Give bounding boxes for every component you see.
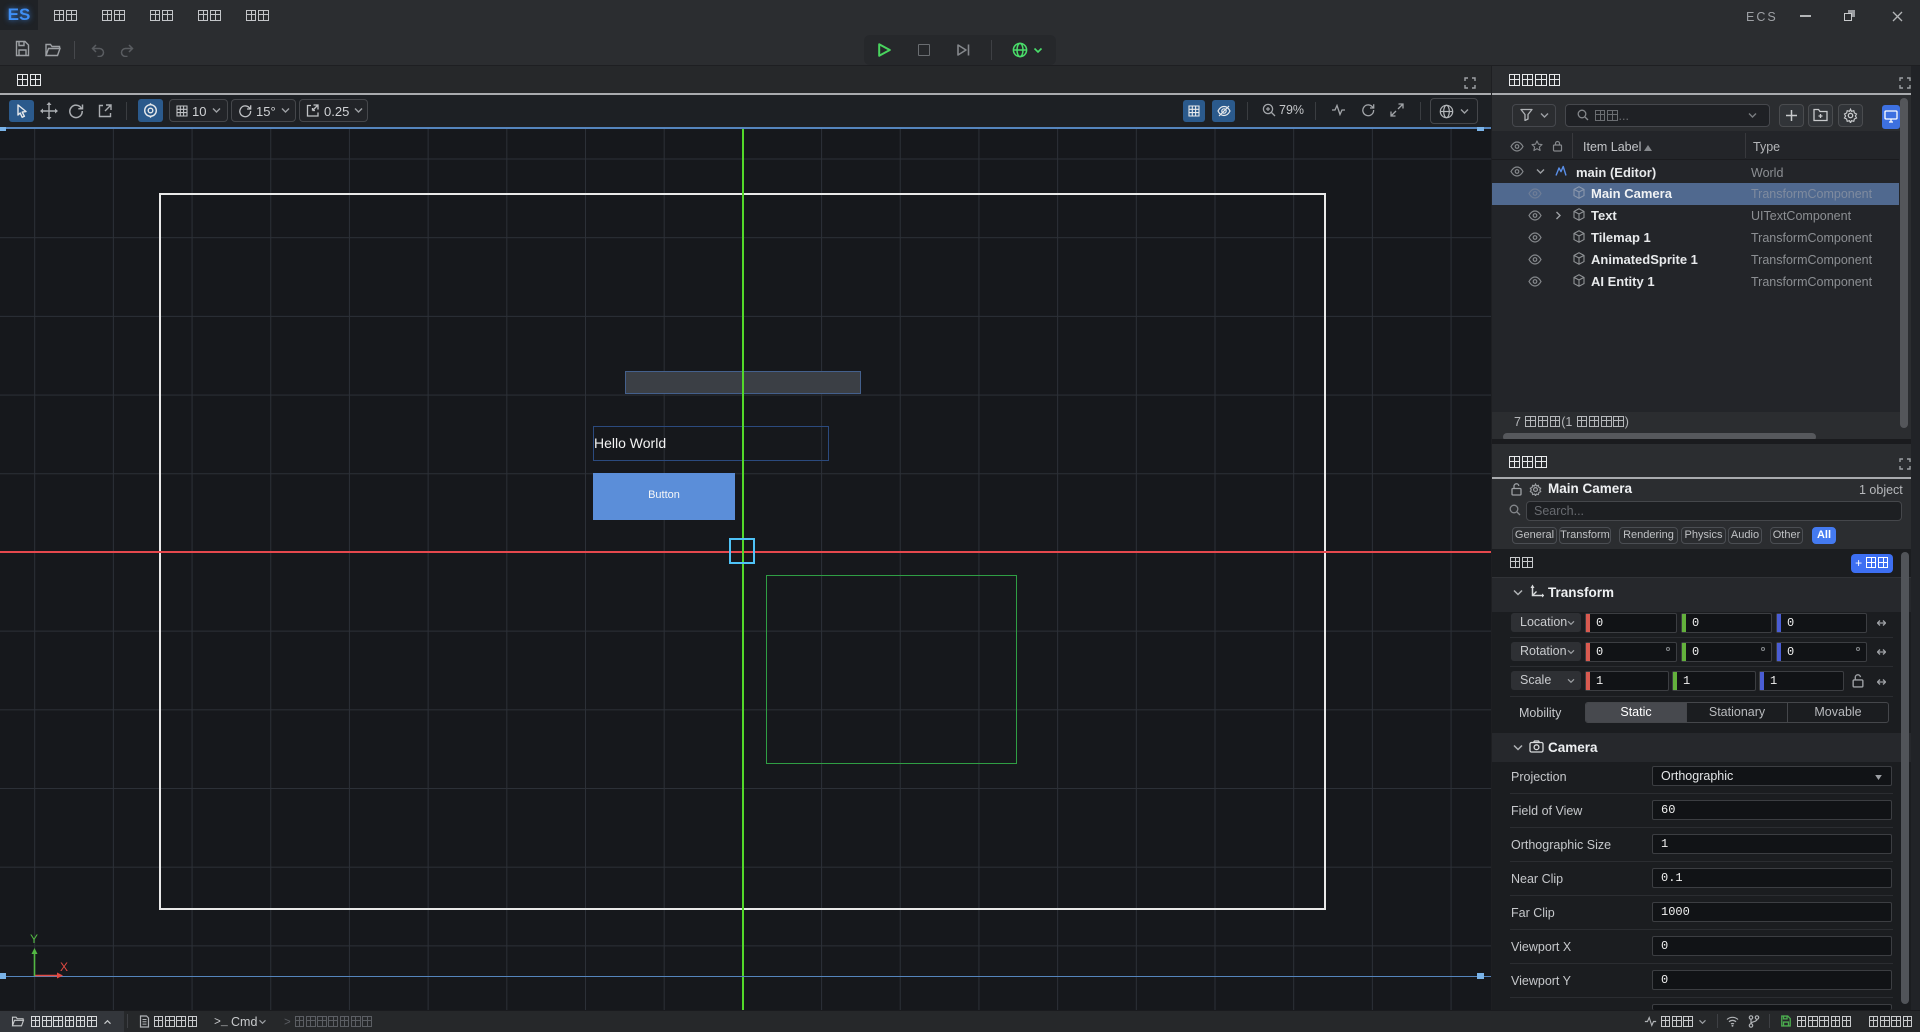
- svg-text:X: X: [60, 960, 68, 974]
- svg-text:Y: Y: [30, 934, 38, 946]
